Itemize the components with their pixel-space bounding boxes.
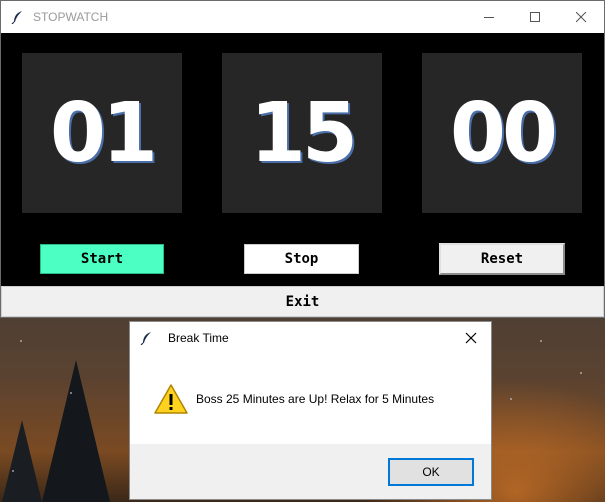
desktop-star — [510, 398, 512, 400]
feather-icon — [140, 332, 151, 345]
hours-panel: 01 — [22, 53, 182, 213]
reset-button[interactable]: Reset — [439, 243, 565, 275]
seconds-display: 00 — [449, 85, 558, 181]
close-button[interactable] — [558, 1, 604, 33]
close-icon — [575, 11, 586, 22]
window-title: STOPWATCH — [33, 10, 109, 24]
dialog-titlebar[interactable]: Break Time — [130, 322, 491, 354]
dialog-message: Boss 25 Minutes are Up! Relax for 5 Minu… — [196, 391, 435, 406]
dialog-title: Break Time — [168, 331, 229, 345]
maximize-button[interactable] — [512, 1, 558, 33]
minimize-button[interactable] — [466, 1, 512, 33]
start-button[interactable]: Start — [40, 244, 164, 274]
stop-button[interactable]: Stop — [244, 244, 359, 274]
close-icon — [465, 332, 477, 344]
minimize-icon — [483, 16, 494, 18]
desktop-star — [70, 392, 72, 394]
desktop-star — [12, 470, 14, 472]
ok-button[interactable]: OK — [388, 458, 474, 486]
stopwatch-window: STOPWATCH 01 15 00 Start Stop Reset Exit — [0, 0, 605, 318]
minutes-display: 15 — [249, 85, 358, 181]
hours-display: 01 — [49, 85, 158, 181]
warning-icon — [154, 383, 188, 414]
maximize-icon — [529, 11, 540, 22]
desktop-tree — [0, 420, 44, 502]
feather-icon — [11, 11, 22, 24]
dialog-footer: OK — [130, 444, 491, 499]
dialog-close-button[interactable] — [451, 322, 491, 354]
dialog-body: Boss 25 Minutes are Up! Relax for 5 Minu… — [130, 354, 491, 443]
window-titlebar[interactable]: STOPWATCH — [1, 1, 604, 33]
seconds-panel: 00 — [422, 53, 582, 213]
desktop-star — [20, 340, 22, 342]
break-time-dialog: Break Time Boss 25 Minutes are Up! Relax… — [129, 321, 492, 500]
minutes-panel: 15 — [222, 53, 382, 213]
desktop-star — [580, 372, 582, 374]
desktop-star — [540, 340, 542, 342]
exit-button[interactable]: Exit — [1, 286, 604, 317]
desktop-tree — [40, 360, 112, 502]
